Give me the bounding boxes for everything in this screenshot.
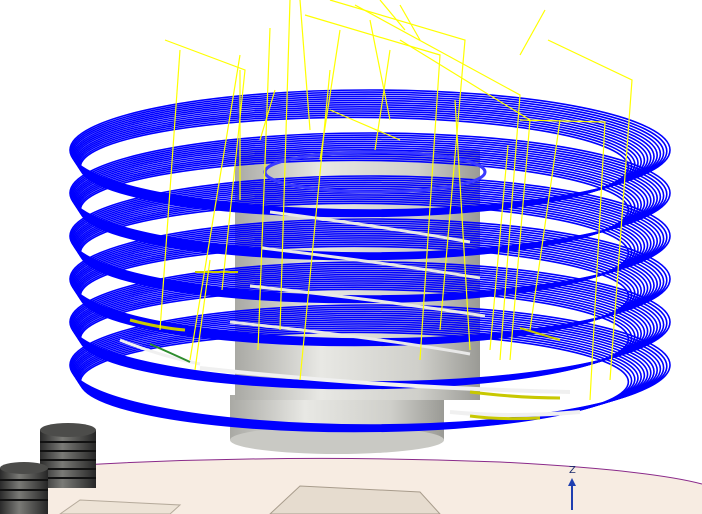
stock-plate	[0, 457, 702, 514]
set-screw-front	[0, 462, 48, 514]
cam-3d-viewport[interactable]: Z	[0, 0, 702, 514]
set-screw-left	[40, 423, 96, 488]
z-axis-label: Z	[569, 465, 576, 476]
toolpath-scene[interactable]	[0, 0, 702, 514]
link-move	[519, 9, 546, 56]
